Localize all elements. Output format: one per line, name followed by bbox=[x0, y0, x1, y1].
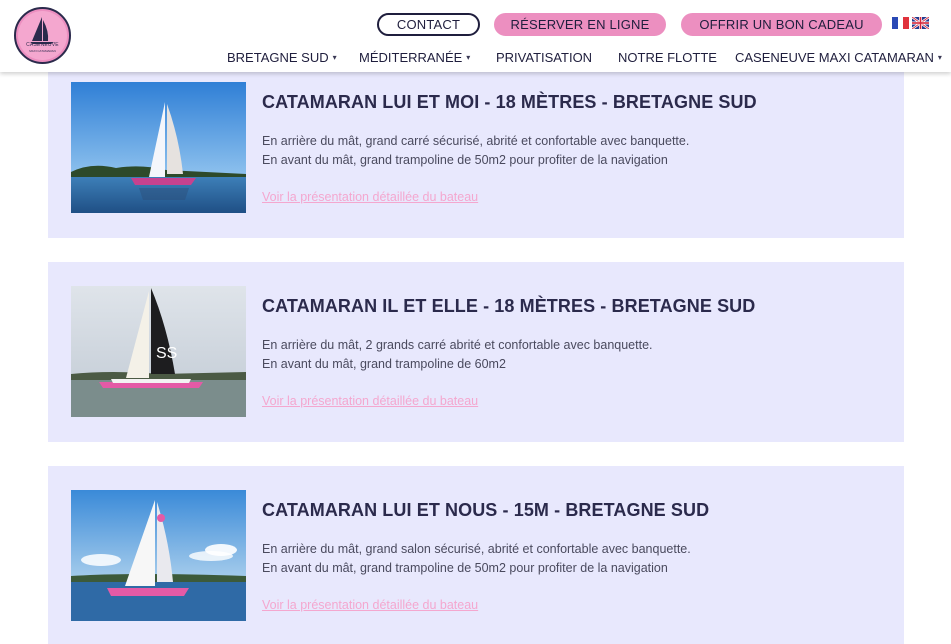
dropdown-caret-icon: ▾ bbox=[937, 53, 942, 62]
nav-item-mediterranee[interactable]: MÉDITERRANÉE ▾ bbox=[359, 50, 470, 65]
site-header: CASENEUVE MAXI CATAMARAN CONTACT RÉSERVE… bbox=[0, 0, 951, 72]
boat-description-line-1: En arrière du mât, grand salon sécurisé,… bbox=[262, 542, 691, 556]
logo-text: CASENEUVE bbox=[26, 42, 59, 48]
gift-voucher-button[interactable]: OFFRIR UN BON CADEAU bbox=[681, 13, 882, 36]
contact-button[interactable]: CONTACT bbox=[377, 13, 480, 36]
boat-description-line-2: En avant du mât, grand trampoline de 50m… bbox=[262, 153, 668, 167]
boat-photo-image bbox=[71, 82, 246, 213]
main-navigation: BRETAGNE SUD ▾ MÉDITERRANÉE ▾ PRIVATISAT… bbox=[0, 50, 951, 66]
boat-description-line-1: En arrière du mât, 2 grands carré abrité… bbox=[262, 338, 653, 352]
boat-card: CATAMARAN LUI ET NOUS - 15M - BRETAGNE S… bbox=[48, 466, 904, 644]
boat-description-line-1: En arrière du mât, grand carré sécurisé,… bbox=[262, 134, 690, 148]
boat-card: SS CATAMARAN IL ET ELLE - 18 MÈTRES - BR… bbox=[48, 262, 904, 442]
boat-photo[interactable] bbox=[71, 82, 246, 213]
nav-label: NOTRE FLOTTE bbox=[618, 50, 717, 65]
dropdown-caret-icon: ▾ bbox=[332, 53, 337, 62]
nav-label: PRIVATISATION bbox=[496, 50, 593, 65]
boat-details-link[interactable]: Voir la présentation détaillée du bateau bbox=[262, 190, 478, 204]
boat-description-line-2: En avant du mât, grand trampoline de 50m… bbox=[262, 561, 668, 575]
boat-photo-image: SS bbox=[71, 286, 246, 417]
nav-item-notre-flotte[interactable]: NOTRE FLOTTE bbox=[618, 50, 717, 65]
svg-text:SS: SS bbox=[156, 345, 177, 362]
boat-photo[interactable]: SS bbox=[71, 286, 246, 417]
nav-item-caseneuve[interactable]: CASENEUVE MAXI CATAMARAN ▾ bbox=[735, 50, 942, 65]
uk-flag-icon[interactable] bbox=[912, 17, 929, 29]
boat-photo[interactable] bbox=[71, 490, 246, 621]
nav-item-bretagne-sud[interactable]: BRETAGNE SUD ▾ bbox=[227, 50, 337, 65]
nav-item-privatisation[interactable]: PRIVATISATION bbox=[496, 50, 592, 65]
boat-details-link[interactable]: Voir la présentation détaillée du bateau bbox=[262, 394, 478, 408]
boat-title: CATAMARAN IL ET ELLE - 18 MÈTRES - BRETA… bbox=[262, 296, 756, 316]
france-flag-icon[interactable] bbox=[892, 17, 909, 29]
boat-photo-image bbox=[71, 490, 246, 621]
boat-description-line-2: En avant du mât, grand trampoline de 60m… bbox=[262, 357, 506, 371]
nav-label: CASENEUVE MAXI CATAMARAN bbox=[735, 50, 934, 65]
nav-label: MÉDITERRANÉE bbox=[359, 50, 463, 65]
boat-details-link[interactable]: Voir la présentation détaillée du bateau bbox=[262, 598, 478, 612]
language-switcher bbox=[892, 17, 929, 29]
reserve-online-button[interactable]: RÉSERVER EN LIGNE bbox=[494, 13, 666, 36]
boat-title: CATAMARAN LUI ET MOI - 18 MÈTRES - BRETA… bbox=[262, 92, 757, 112]
nav-label: BRETAGNE SUD bbox=[227, 50, 329, 65]
dropdown-caret-icon: ▾ bbox=[466, 53, 471, 62]
boat-title: CATAMARAN LUI ET NOUS - 15M - BRETAGNE S… bbox=[262, 500, 710, 520]
boat-card: CATAMARAN LUI ET MOI - 18 MÈTRES - BRETA… bbox=[48, 60, 904, 238]
